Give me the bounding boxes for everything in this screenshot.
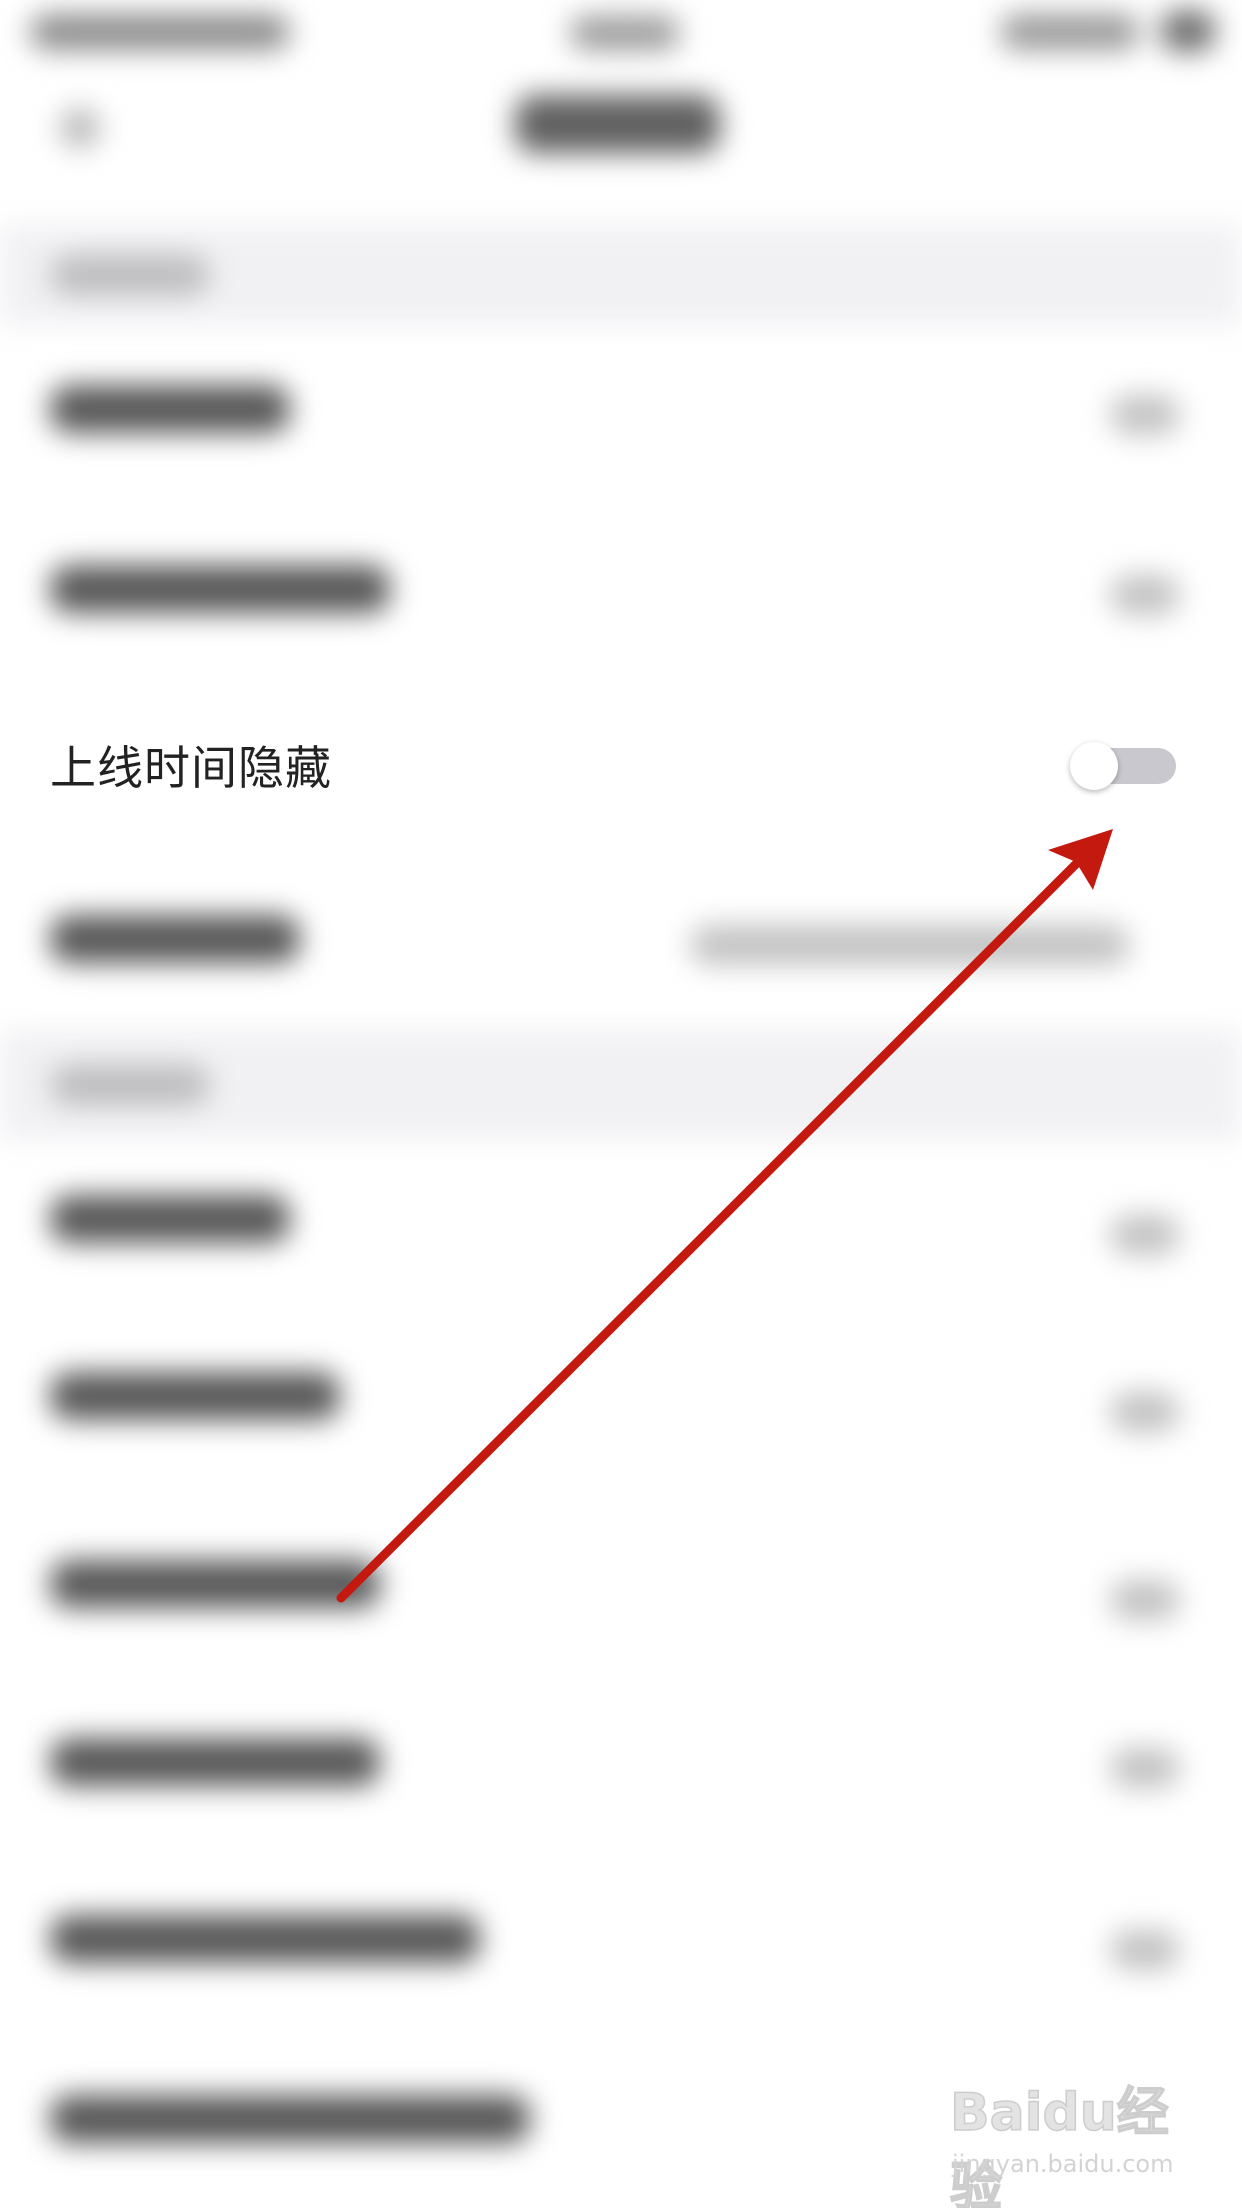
section-header-blur bbox=[50, 255, 210, 295]
blurred-background bbox=[0, 0, 1242, 2208]
row-blur-4-value bbox=[1110, 1215, 1180, 1255]
battery-icon bbox=[1160, 10, 1216, 52]
section-header-blur-2 bbox=[50, 1065, 210, 1105]
row-blur-1-value bbox=[1110, 395, 1180, 435]
row-blur-5[interactable] bbox=[50, 1372, 340, 1420]
row-blur-7[interactable] bbox=[50, 1738, 380, 1786]
toggle-knob bbox=[1070, 742, 1118, 790]
row-blur-2-value bbox=[1110, 575, 1180, 615]
row-blur-1[interactable] bbox=[50, 385, 290, 433]
status-bar-time bbox=[570, 16, 680, 50]
row-blur-6[interactable] bbox=[50, 1560, 380, 1608]
online-time-hidden-toggle[interactable] bbox=[1070, 742, 1176, 790]
settings-screen: 上线时间隐藏 Baidu经验 jingyan.baidu.com bbox=[0, 0, 1242, 2208]
status-bar-left bbox=[30, 14, 290, 50]
row-blur-6-value bbox=[1110, 1580, 1180, 1620]
row-blur-9[interactable] bbox=[50, 2095, 530, 2143]
baidu-watermark: Baidu经验 jingyan.baidu.com bbox=[949, 2070, 1180, 2208]
row-blur-3[interactable] bbox=[50, 915, 300, 963]
setting-label: 上线时间隐藏 bbox=[50, 741, 332, 795]
watermark-url: jingyan.baidu.com bbox=[952, 2150, 1174, 2178]
page-title bbox=[515, 95, 720, 153]
row-blur-5-value bbox=[1110, 1392, 1180, 1432]
setting-row-online-time-hidden[interactable]: 上线时间隐藏 bbox=[0, 705, 1242, 829]
row-blur-2[interactable] bbox=[50, 565, 390, 613]
row-blur-3-value bbox=[690, 925, 1130, 965]
back-icon[interactable] bbox=[60, 108, 100, 148]
row-blur-7-value bbox=[1110, 1748, 1180, 1788]
status-bar-right bbox=[1000, 14, 1140, 50]
row-blur-8-value bbox=[1110, 1930, 1180, 1970]
row-blur-4[interactable] bbox=[50, 1195, 290, 1243]
watermark-brand: Baidu经验 bbox=[949, 2082, 1169, 2208]
row-blur-8[interactable] bbox=[50, 1915, 480, 1963]
